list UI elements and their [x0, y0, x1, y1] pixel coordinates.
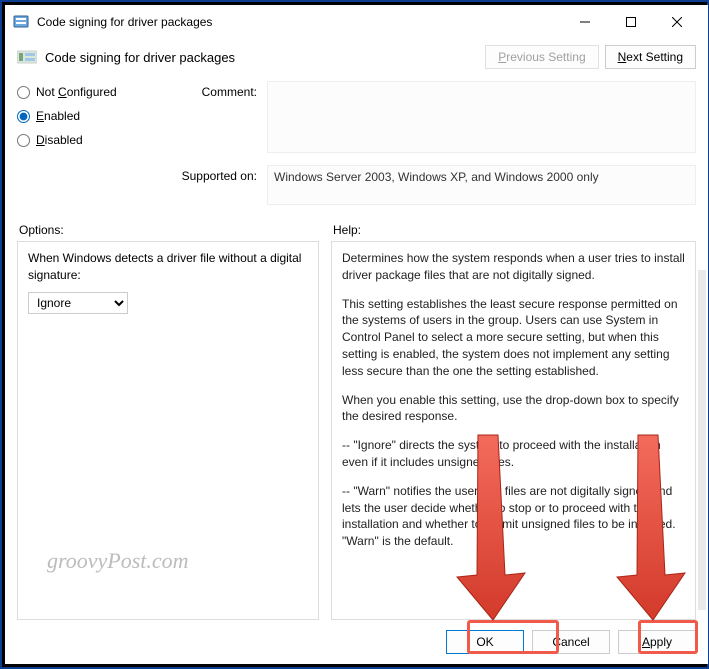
help-pane: Determines how the system responds when … [331, 241, 696, 620]
radio-not-configured-label: Not Configured [36, 85, 117, 99]
close-button[interactable] [654, 6, 700, 38]
comment-textarea[interactable] [267, 81, 696, 153]
apply-button[interactable]: Apply [618, 630, 696, 654]
radio-disabled-label: Disabled [36, 133, 83, 147]
titlebar: Code signing for driver packages [5, 5, 708, 39]
radio-enabled[interactable]: Enabled [17, 109, 177, 123]
help-text: Determines how the system responds when … [342, 250, 685, 284]
help-text: -- "Warn" notifies the user that files a… [342, 483, 685, 550]
supported-on-label: Supported on: [177, 165, 257, 183]
help-section-label: Help: [333, 223, 361, 237]
ok-button[interactable]: OK [446, 630, 524, 654]
dialog-window: Code signing for driver packages Code si… [5, 5, 708, 664]
maximize-button[interactable] [608, 6, 654, 38]
policy-icon [13, 14, 29, 30]
signature-action-select[interactable]: Ignore [28, 292, 128, 314]
options-section-label: Options: [19, 223, 333, 237]
radio-not-configured-input[interactable] [17, 86, 30, 99]
comment-label: Comment: [177, 81, 257, 99]
radio-disabled[interactable]: Disabled [17, 133, 177, 147]
options-prompt: When Windows detects a driver file witho… [28, 250, 308, 284]
previous-setting-button[interactable]: Previous Setting [485, 45, 598, 69]
cancel-button[interactable]: Cancel [532, 630, 610, 654]
policy-header-icon [17, 49, 37, 65]
supported-on-value: Windows Server 2003, Windows XP, and Win… [267, 165, 696, 205]
radio-enabled-label: Enabled [36, 109, 80, 123]
help-text: When you enable this setting, use the dr… [342, 392, 685, 426]
help-text: This setting establishes the least secur… [342, 296, 685, 380]
next-setting-button[interactable]: Next Setting [605, 45, 696, 69]
radio-not-configured[interactable]: Not Configured [17, 85, 177, 99]
header: Code signing for driver packages Previou… [5, 39, 708, 79]
header-title: Code signing for driver packages [45, 50, 479, 65]
minimize-button[interactable] [562, 6, 608, 38]
footer-buttons: OK Cancel Apply [5, 620, 708, 664]
window-title: Code signing for driver packages [37, 15, 562, 29]
radio-disabled-input[interactable] [17, 134, 30, 147]
radio-enabled-input[interactable] [17, 110, 30, 123]
help-scrollbar[interactable] [698, 270, 706, 610]
state-radio-group: Not Configured Enabled Disabled [17, 81, 177, 213]
options-pane: When Windows detects a driver file witho… [17, 241, 319, 620]
help-text: -- "Ignore" directs the system to procee… [342, 437, 685, 471]
